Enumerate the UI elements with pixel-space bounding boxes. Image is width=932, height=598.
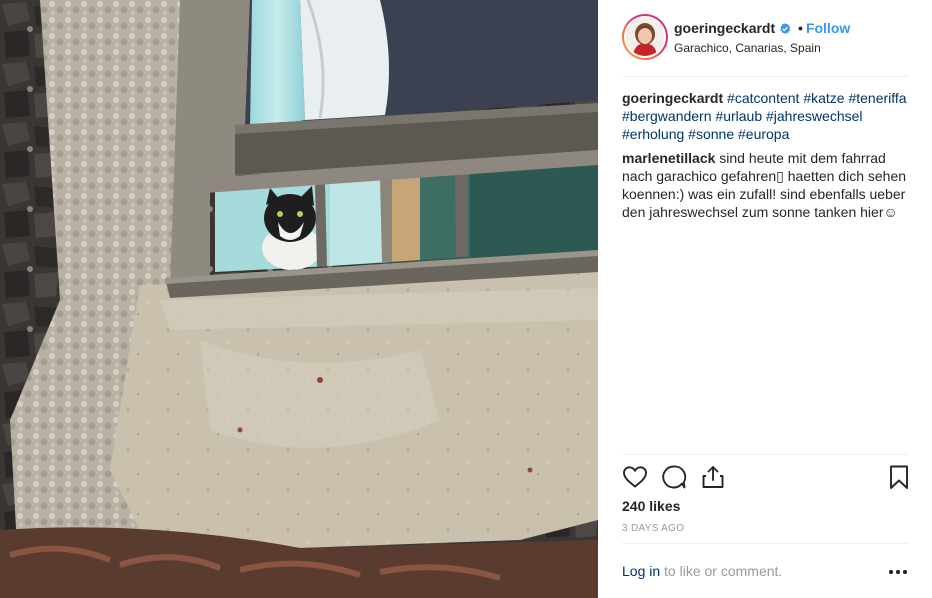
cat: [262, 186, 322, 270]
post-location[interactable]: Garachico, Canarias, Spain: [674, 41, 821, 55]
login-prompt: Log in to like or comment.: [622, 563, 782, 579]
post-side-panel: goeringeckardt • Follow Garachico, Canari…: [598, 0, 932, 598]
comment-bubble-icon[interactable]: [661, 464, 687, 490]
author-username[interactable]: goeringeckardt: [674, 20, 775, 36]
verified-badge-icon: [779, 22, 791, 38]
hashtag-link[interactable]: #sonne: [688, 126, 734, 142]
hashtag-link[interactable]: #teneriffa: [848, 90, 906, 106]
login-prompt-text: to like or comment.: [660, 563, 783, 579]
caption: goeringeckardt #catcontent #katze #tener…: [622, 89, 914, 143]
hashtag-link[interactable]: #urlaub: [715, 108, 762, 124]
hashtag-link[interactable]: #erholung: [622, 126, 684, 142]
share-icon[interactable]: [700, 464, 726, 490]
comment-item: marlenetillack sind heute mit dem fahrra…: [622, 149, 914, 221]
heart-icon[interactable]: [622, 464, 648, 490]
profile-picture-icon: [626, 18, 664, 56]
hashtag-link[interactable]: #catcontent: [727, 90, 799, 106]
hashtag-link[interactable]: #bergwandern: [622, 108, 712, 124]
likes-count[interactable]: 240 likes: [622, 498, 680, 514]
comment-author[interactable]: marlenetillack: [622, 150, 715, 166]
caption-author[interactable]: goeringeckardt: [622, 90, 723, 106]
separator-dot: •: [798, 20, 803, 36]
more-options-icon[interactable]: [888, 568, 908, 576]
login-link[interactable]: Log in: [622, 563, 660, 579]
hashtag-link[interactable]: #europa: [738, 126, 789, 142]
post-photo: [0, 0, 598, 598]
avatar[interactable]: [622, 14, 668, 60]
cat-in-window-photo: [0, 0, 598, 598]
hashtag-link[interactable]: #katze: [803, 90, 844, 106]
action-bar: [622, 462, 912, 494]
follow-button[interactable]: Follow: [806, 20, 850, 36]
post-header: goeringeckardt • Follow Garachico, Canari…: [622, 14, 908, 62]
author-line: goeringeckardt • Follow: [674, 20, 850, 38]
bookmark-icon[interactable]: [886, 464, 912, 490]
footer-divider: [622, 543, 908, 544]
post-timestamp[interactable]: 3 DAYS AGO: [622, 523, 684, 534]
header-divider: [622, 76, 908, 77]
actions-divider: [622, 454, 908, 455]
comments-section: goeringeckardt #catcontent #katze #tener…: [622, 89, 914, 227]
hashtag-link[interactable]: #jahreswechsel: [766, 108, 863, 124]
